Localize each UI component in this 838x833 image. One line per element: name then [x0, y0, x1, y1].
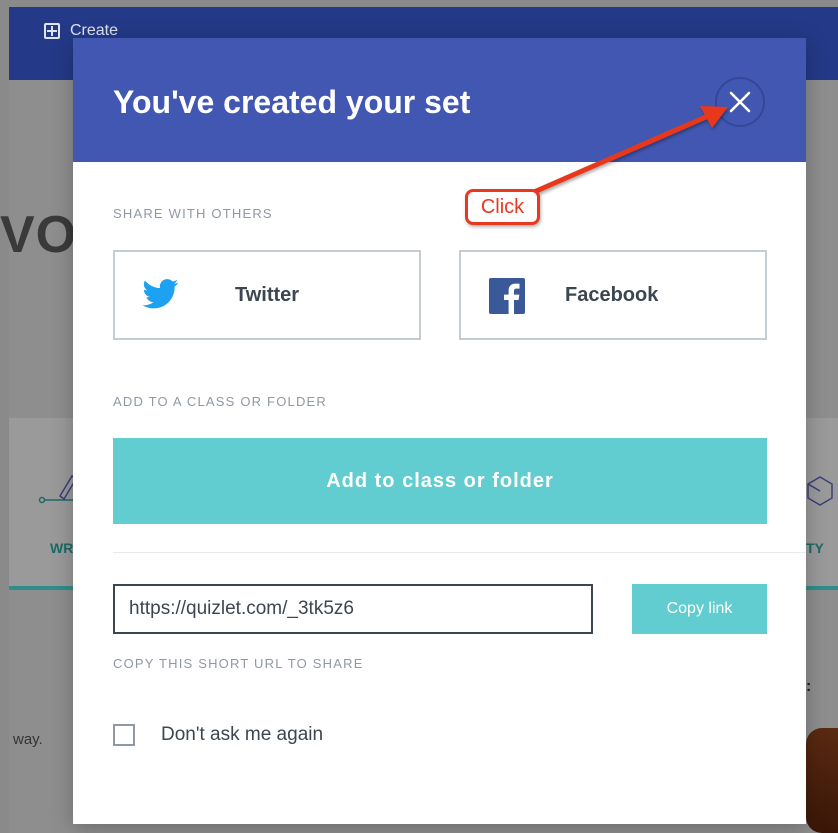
- dont-ask-again-option[interactable]: Don't ask me again: [113, 724, 323, 746]
- share-section-label: SHARE WITH OTHERS: [113, 206, 273, 221]
- section-divider: [113, 552, 806, 553]
- add-section-label: ADD TO A CLASS OR FOLDER: [113, 394, 327, 409]
- modal-title: You've created your set: [113, 84, 471, 120]
- click-callout: Click: [465, 189, 540, 225]
- right-mode-label-fragment: TY: [806, 540, 824, 556]
- modal-header: You've created your set: [73, 38, 806, 162]
- dont-ask-again-label: Don't ask me again: [161, 724, 324, 745]
- twitter-icon: [143, 279, 179, 309]
- url-hint-label: COPY THIS SHORT URL TO SHARE: [113, 656, 364, 671]
- close-icon: [729, 91, 751, 113]
- write-mode-label-fragment: WR: [50, 540, 74, 556]
- plus-square-icon: [44, 23, 60, 39]
- set-created-modal: You've created your set SHARE WITH OTHER…: [73, 38, 806, 824]
- test-mode-icon: [807, 476, 833, 506]
- close-button[interactable]: [715, 77, 765, 127]
- twitter-label: Twitter: [235, 284, 300, 306]
- dont-ask-again-checkbox[interactable]: [113, 724, 135, 746]
- background-text-fragment: way.: [13, 731, 43, 748]
- facebook-icon: [489, 278, 525, 314]
- add-to-class-or-folder-button[interactable]: Add to class or folder: [113, 438, 767, 524]
- share-url-input[interactable]: [113, 584, 593, 634]
- copy-link-button[interactable]: Copy link: [632, 584, 767, 634]
- background-colon-fragment: :: [806, 678, 812, 695]
- facebook-label: Facebook: [565, 284, 659, 306]
- write-mode-pencil-icon: [38, 474, 78, 504]
- violin-image: [806, 728, 838, 833]
- facebook-share-button[interactable]: Facebook: [459, 250, 767, 340]
- twitter-share-button[interactable]: Twitter: [113, 250, 421, 340]
